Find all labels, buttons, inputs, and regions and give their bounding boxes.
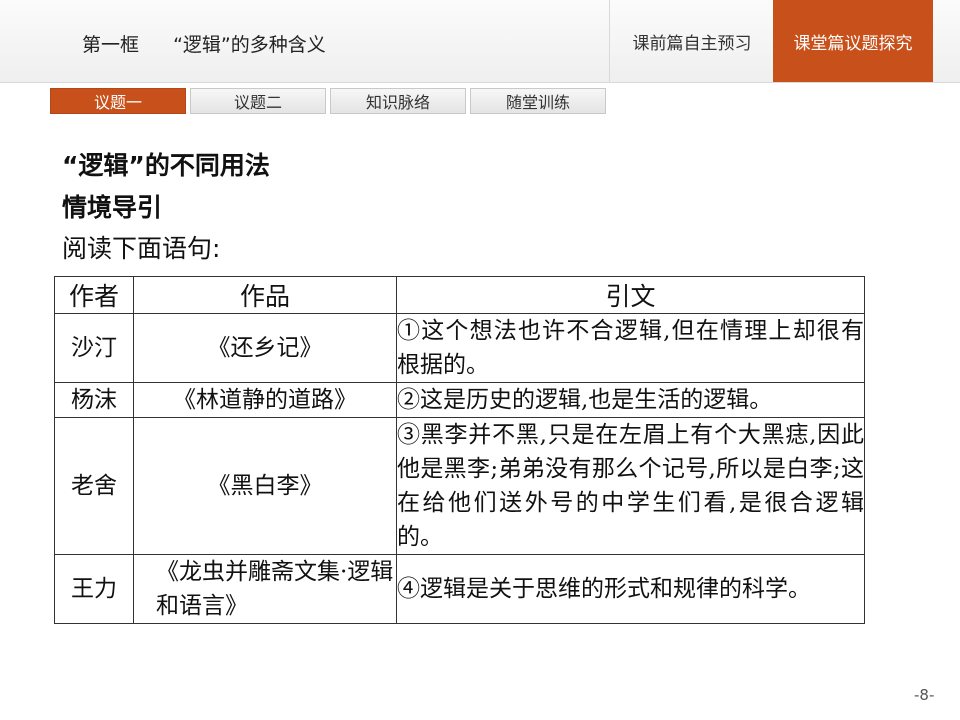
- table-row: 杨沫 《林道静的道路》 ②这是历史的逻辑,也是生活的逻辑。: [54, 382, 865, 418]
- page-title: 第一框 “逻辑”的多种含义: [82, 30, 326, 57]
- cell-work: 《林道静的道路》: [133, 382, 397, 418]
- table-row: 老舍 《黑白李》 ③黑李并不黑,只是在左眉上有个大黑痣,因此他是黑李;弟弟没有那…: [54, 417, 865, 555]
- cell-author: 老舍: [54, 417, 134, 555]
- cell-quote: ③黑李并不黑,只是在左眉上有个大黑痣,因此他是黑李;弟弟没有那么个记号,所以是白…: [396, 417, 865, 555]
- cell-work: 《黑白李》: [133, 417, 397, 555]
- table-header-row: 作者 作品 引文: [54, 276, 865, 314]
- nav-preview-link[interactable]: 课前篇自主预习: [609, 0, 774, 82]
- section-heading: “逻辑”的不同用法: [62, 151, 270, 180]
- header-author: 作者: [54, 276, 134, 314]
- cell-quote: ①这个想法也许不合逻辑,但在情理上却很有根据的。: [396, 313, 865, 383]
- header-bar: 第一框 “逻辑”的多种含义 课前篇自主预习 课堂篇议题探究: [0, 0, 960, 83]
- tab-knowledge-map[interactable]: 知识脉络: [330, 88, 466, 114]
- tab-practice[interactable]: 随堂训练: [470, 88, 606, 114]
- section-subheading: 情境导引: [62, 193, 163, 222]
- tab-topic-1[interactable]: 议题一: [50, 88, 186, 114]
- chapter-label: 第一框: [82, 34, 140, 56]
- header-quote: 引文: [396, 276, 865, 314]
- cell-author: 沙汀: [54, 313, 134, 383]
- cell-quote: ②这是历史的逻辑,也是生活的逻辑。: [396, 382, 865, 418]
- tab-topic-2[interactable]: 议题二: [190, 88, 326, 114]
- cell-work: 《还乡记》: [133, 313, 397, 383]
- page-number: -8-: [914, 686, 935, 704]
- header-work: 作品: [133, 276, 397, 314]
- topic-tabs: 议题一 议题二 知识脉络 随堂训练: [50, 88, 606, 114]
- lesson-title: “逻辑”的多种含义: [173, 34, 326, 56]
- nav-classroom-link[interactable]: 课堂篇议题探究: [773, 0, 933, 82]
- table-row: 王力 《龙虫并雕斋文集·逻辑和语言》 ④逻辑是关于思维的形式和规律的科学。: [54, 554, 865, 624]
- cell-quote: ④逻辑是关于思维的形式和规律的科学。: [396, 554, 865, 624]
- intro-text: 阅读下面语句:: [62, 234, 221, 263]
- cell-work: 《龙虫并雕斋文集·逻辑和语言》: [133, 554, 397, 624]
- cell-author: 杨沫: [54, 382, 134, 418]
- quotes-table: 作者 作品 引文 沙汀 《还乡记》 ①这个想法也许不合逻辑,但在情理上却很有根据…: [54, 276, 865, 624]
- cell-author: 王力: [54, 554, 134, 624]
- table-row: 沙汀 《还乡记》 ①这个想法也许不合逻辑,但在情理上却很有根据的。: [54, 313, 865, 383]
